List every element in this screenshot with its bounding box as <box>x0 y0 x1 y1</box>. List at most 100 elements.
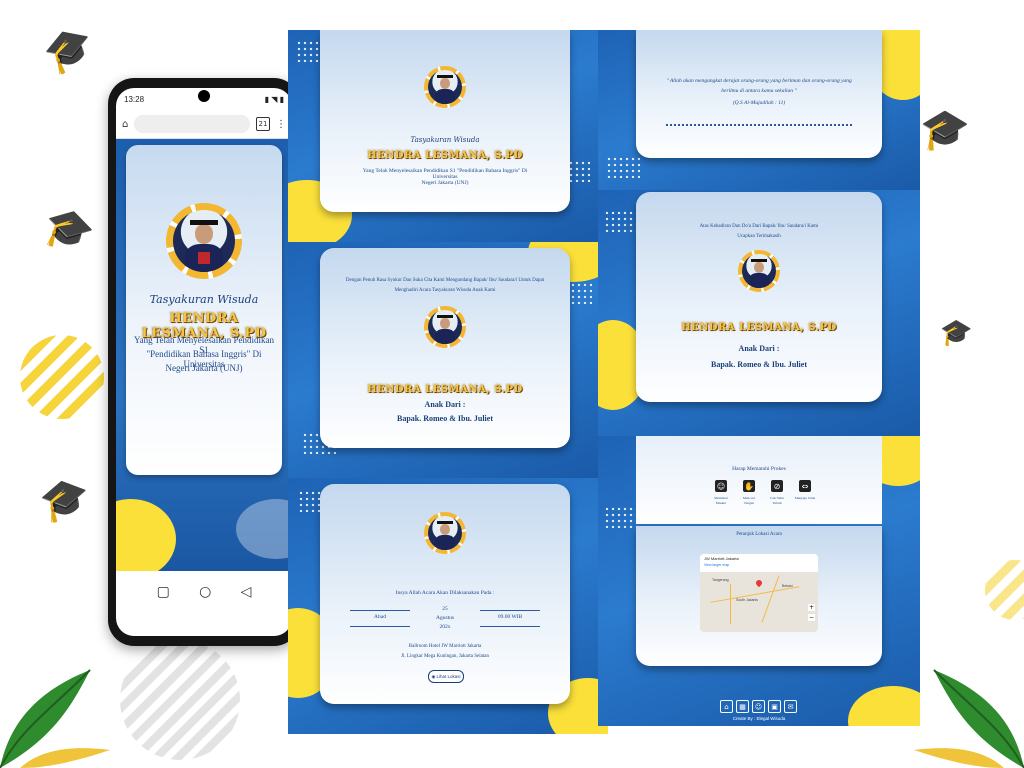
calendar-nav-icon[interactable]: ▦ <box>736 700 749 713</box>
photo-badge <box>738 250 780 292</box>
preview-panel-1: Tasyakuran Wisuda HENDRA LESMANA, S.PD Y… <box>288 30 598 242</box>
graduate-photo <box>428 516 462 550</box>
prokes-label: Tubuh <box>772 501 782 505</box>
invitation-card: Dengan Penuh Rasa Syukur Dan Suka Cita K… <box>320 248 570 448</box>
graduation-cap-icon: 🎓 <box>920 107 970 153</box>
event-intro: Insya Allah Acara Akan Dilaksanakan Pada… <box>395 590 495 596</box>
phone-screen: 13:28 ▮ ◥ ▮ ⌂ 21 ⋮ Tasyakuran Wisuda HEN… <box>116 88 292 636</box>
photo-badge <box>424 66 466 108</box>
event-time: 09.00 WIB <box>497 614 523 620</box>
map-card: Petunjuk Lokasi Acara JW Marriott Jakart… <box>636 526 882 666</box>
graduate-photo <box>742 254 776 288</box>
distance-icon: ⇔ <box>799 480 811 492</box>
map-label: Tangerang <box>712 578 729 582</box>
graduate-photo <box>428 70 462 104</box>
description-line-2: Negeri Jakarta (UNJ) <box>421 180 469 186</box>
graduate-name: HENDRA LESMANA, S.PD <box>367 384 523 395</box>
event-details-card: Insya Allah Acara Akan Dilaksanakan Pada… <box>320 484 570 704</box>
preview-panel-6: Harap Mematuhi Prokes ☺ Memakai Masker ✋… <box>598 436 920 726</box>
graduate-photo <box>173 210 235 272</box>
view-location-label: Lihat Lokasi <box>436 674 461 679</box>
zoom-in-button[interactable]: + <box>808 604 815 611</box>
venue-name: Ballroom Hotel JW Marriott Jakarta <box>408 644 482 649</box>
quote-card: " Allah akan mengangkat derajat orang-or… <box>636 30 882 158</box>
map-place-name: JW Marriott Jakarta <box>704 556 739 561</box>
prokes-label: Menjaga Jarak <box>794 496 816 500</box>
intro-line-2: Menghadiri Acara Tasyakuran Wisuda Anak … <box>394 288 496 293</box>
event-title: Tasyakuran Wisuda <box>410 136 480 144</box>
home-nav-icon[interactable]: ⌂ <box>720 700 733 713</box>
opening-card: Tasyakuran Wisuda HENDRA LESMANA, S.PD Y… <box>320 30 570 212</box>
quote-line-1: " Allah akan mengangkat derajat orang-or… <box>666 78 852 84</box>
graduation-cap-icon: 🎓 <box>36 473 94 527</box>
map-label: Bekasi <box>782 584 793 588</box>
prokes-title: Harap Mematuhi Prokes <box>732 466 786 472</box>
message-nav-icon[interactable]: ✉ <box>784 700 797 713</box>
url-input[interactable] <box>134 115 250 133</box>
no-touch-icon: ⊘ <box>771 480 783 492</box>
prokes-card: Harap Mematuhi Prokes ☺ Memakai Masker ✋… <box>636 436 882 524</box>
graduate-name: HENDRA LESMANA, S.PD <box>681 322 837 333</box>
couple-nav-icon[interactable]: ☺ <box>752 700 765 713</box>
back-button[interactable]: ◁ <box>241 584 252 600</box>
venue-address: Jl. Lingkar Mega Kuningan, Jakarta Selat… <box>401 654 489 659</box>
embedded-map[interactable]: JW Marriott Jakarta View larger map Tang… <box>700 554 818 632</box>
photo-badge <box>424 306 466 348</box>
preview-panel-3: Insya Allah Acara Akan Dilaksanakan Pada… <box>288 478 608 734</box>
camera-notch <box>198 90 210 102</box>
photo-badge <box>424 512 466 554</box>
intro-line-1: Dengan Penuh Rasa Syukur Dan Suka Cita K… <box>345 278 545 283</box>
graduation-cap-icon: 🎓 <box>38 201 99 259</box>
preview-panel-5: Atas Kehadiran Dan Do'a Dari Bapak/ Ibu/… <box>598 190 920 436</box>
gallery-nav-icon[interactable]: ▣ <box>768 700 781 713</box>
thanks-card: Atas Kehadiran Dan Do'a Dari Bapak/ Ibu/… <box>636 192 882 402</box>
invitation-page: Tasyakuran Wisuda HENDRA LESMANA, S.PD Y… <box>116 139 292 571</box>
recents-button[interactable]: ▢ <box>157 584 170 600</box>
yellow-blob <box>116 499 176 571</box>
anak-dari-label: Anak Dari : <box>738 344 780 353</box>
status-time: 13:28 <box>124 94 145 104</box>
graduate-name: HENDRA LESMANA, S.PD <box>367 150 523 161</box>
light-blob <box>236 499 292 559</box>
status-icons: ▮ ◥ ▮ <box>264 94 284 104</box>
leaf-decoration-right <box>914 669 1024 768</box>
decorative-striped-circle <box>120 640 240 760</box>
event-day: Ahad <box>374 614 386 620</box>
description-line-3: Negeri Jakarta (UNJ) <box>165 363 243 373</box>
home-button[interactable]: ○ <box>199 584 211 600</box>
view-larger-map-link[interactable]: View larger map <box>704 563 729 567</box>
leaf-decoration-left <box>0 669 110 768</box>
footer-credit: Create By : Elegal Wisuda <box>732 716 786 721</box>
event-title: Tasyakuran Wisuda <box>149 293 259 306</box>
home-icon[interactable]: ⌂ <box>122 119 128 130</box>
view-location-button[interactable]: ◉ Lihat Lokasi <box>428 670 464 683</box>
zoom-out-button[interactable]: − <box>808 614 815 621</box>
quote-source: (Q.S Al-Mujadilah : 11) <box>732 100 786 106</box>
parents-name: Bapak. Romeo & Ibu. Juliet <box>710 360 807 369</box>
description-line-1: Yang Telah Menyelesaikan Pendidikan S1 "… <box>362 168 528 180</box>
thanks-line-2: Ucapkan Terimakasih <box>737 234 781 239</box>
decorative-striped-circle <box>985 560 1024 620</box>
anak-dari-label: Anak Dari : <box>424 400 466 409</box>
more-menu-icon[interactable]: ⋮ <box>276 119 286 130</box>
map-title: Petunjuk Lokasi Acara <box>736 532 782 537</box>
android-nav-bar: ▢ ○ ◁ <box>116 571 292 613</box>
browser-toolbar: ⌂ 21 ⋮ <box>116 110 292 139</box>
tab-count-button[interactable]: 21 <box>256 117 270 131</box>
preview-panel-4: " Allah akan mengangkat derajat orang-or… <box>598 30 920 190</box>
parents-name: Bapak. Romeo & Ibu. Juliet <box>396 414 493 423</box>
graduation-cap-icon: 🎓 <box>37 19 101 81</box>
location-pin-icon: ◉ <box>431 673 436 679</box>
quote-line-2: berilmu di antara kamu sekalian " <box>721 88 797 94</box>
preview-panel-2: Dengan Penuh Rasa Syukur Dan Suka Cita K… <box>288 242 598 478</box>
graduation-cap-icon: 🎓 <box>940 318 973 348</box>
event-date-year: 202x <box>439 624 451 630</box>
bottom-nav: ⌂ ▦ ☺ ▣ ✉ <box>718 700 798 714</box>
graduate-photo <box>428 310 462 344</box>
photo-badge <box>166 203 242 279</box>
map-pin-icon <box>754 578 764 588</box>
map-label: South Jakarta <box>736 598 758 602</box>
event-date-day: 25 <box>442 606 448 612</box>
wavy-divider <box>666 124 852 130</box>
phone-mockup: 13:28 ▮ ◥ ▮ ⌂ 21 ⋮ Tasyakuran Wisuda HEN… <box>108 78 300 646</box>
